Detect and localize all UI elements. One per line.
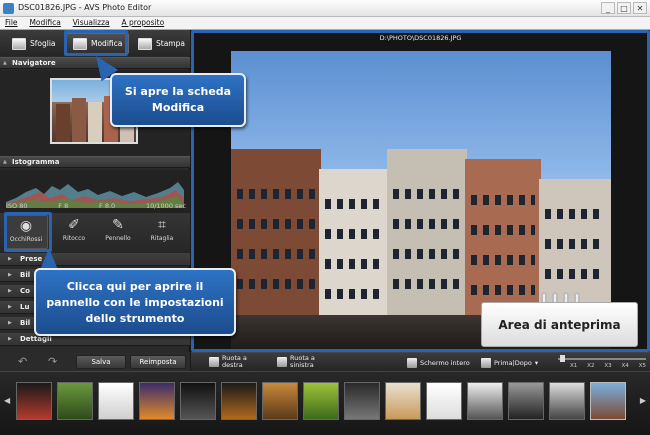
zoom-labels: X1 X2 X3 X4 X5 (570, 363, 646, 369)
filmstrip-thumb[interactable] (303, 382, 339, 420)
scroll-left-icon[interactable]: ◀ (4, 396, 10, 405)
rotate-right-label: Ruota a destra (222, 354, 247, 369)
zoom-x3[interactable]: X3 (604, 363, 611, 369)
filmstrip-thumb[interactable] (262, 382, 298, 420)
filmstrip-thumb[interactable] (57, 382, 93, 420)
tool-label: Ritaglia (150, 235, 174, 242)
filmstrip-thumb[interactable] (221, 382, 257, 420)
shutter-value: 10/1000 sec (145, 202, 186, 210)
save-button[interactable]: Salva (76, 355, 126, 369)
scroll-right-icon[interactable]: ▶ (640, 396, 646, 405)
filmstrip-thumb[interactable] (180, 382, 216, 420)
tool-ritocco[interactable]: ✐ Ritocco (52, 215, 96, 249)
section-preset[interactable]: Prese (0, 253, 190, 266)
menu-modifica[interactable]: Modifica (24, 17, 64, 27)
window-title: DSC01826.JPG - AVS Photo Editor (18, 3, 152, 12)
zoom-x2[interactable]: X2 (587, 363, 594, 369)
histogram-stats: ISO 80 F 8 F 8.0 10/1000 sec (6, 202, 186, 210)
retouch-icon: ✐ (68, 217, 80, 233)
preview-toolbar: Ruota a destra Ruota a sinistra Schermo … (191, 352, 650, 371)
aperture-value: F 8.0 (99, 202, 116, 210)
callout-modifica: Si apre la scheda Modifica (110, 73, 246, 127)
filmstrip-thumb[interactable] (426, 382, 462, 420)
tool-label: Pennello (105, 235, 131, 242)
filmstrip-thumb[interactable] (98, 382, 134, 420)
fullscreen-label: Schermo intero (420, 358, 470, 367)
before-after-label: Prima|Dopo (494, 358, 532, 367)
brush-icon: ✎ (112, 217, 124, 233)
tab-label: Sfoglia (30, 39, 56, 48)
chevron-down-icon[interactable]: ▾ (535, 359, 538, 367)
iso-value: ISO 80 (6, 202, 28, 210)
rotate-right-icon (209, 357, 219, 367)
filmstrip-thumb[interactable] (385, 382, 421, 420)
redo-icon[interactable]: ↷ (48, 355, 57, 368)
print-icon (138, 37, 152, 50)
tool-label: Ritocco (62, 235, 86, 242)
close-button[interactable]: ✕ (633, 2, 647, 14)
filmstrip: ◀ ▶ (0, 371, 650, 435)
zoom-track (558, 358, 646, 360)
app-icon (3, 3, 14, 14)
menu-visualizza[interactable]: Visualizza (68, 17, 114, 27)
tab-stampa[interactable]: Stampa (138, 33, 185, 54)
zoom-slider[interactable]: X1 X2 X3 X4 X5 (558, 355, 646, 370)
panel-bottom-bar: ↶ ↷ Salva Reimposta (0, 352, 190, 371)
filmstrip-thumb[interactable] (139, 382, 175, 420)
tool-pennello[interactable]: ✎ Pennello (96, 215, 140, 249)
fullscreen-button[interactable]: Schermo intero (407, 358, 470, 368)
fullscreen-icon (407, 358, 417, 368)
menu-file[interactable]: File (0, 17, 22, 27)
rotate-left-icon (277, 357, 287, 367)
rotate-left-button[interactable]: Ruota a sinistra (277, 355, 322, 369)
callout-tool: Clicca qui per aprire il pannello con le… (34, 268, 236, 336)
menu-a-proposito[interactable]: A proposito (117, 17, 169, 27)
filmstrip-thumb-selected[interactable] (590, 382, 626, 420)
tab-sfoglia[interactable]: Sfoglia (12, 33, 56, 54)
maximize-button[interactable]: □ (617, 2, 631, 14)
zoom-x5[interactable]: X5 (639, 363, 646, 369)
filmstrip-thumb[interactable] (549, 382, 585, 420)
filmstrip-thumb[interactable] (467, 382, 503, 420)
filmstrip-thumb[interactable] (508, 382, 544, 420)
tab-label: Stampa (156, 39, 185, 48)
rotate-right-button[interactable]: Ruota a destra (209, 355, 252, 369)
zoom-knob[interactable] (560, 355, 565, 362)
before-after-button[interactable]: Prima|Dopo ▾ (481, 358, 538, 368)
callout-preview: Area di anteprima (481, 302, 638, 347)
section-istogramma[interactable]: Istogramma (0, 156, 190, 168)
reset-button[interactable]: Reimposta (130, 355, 186, 369)
zoom-x4[interactable]: X4 (622, 363, 629, 369)
before-after-icon (481, 358, 491, 368)
rotate-left-label: Ruota a sinistra (290, 354, 315, 369)
callout-pointer (40, 248, 58, 270)
minimize-button[interactable]: _ (601, 2, 615, 14)
fnumber-value: F 8 (58, 202, 69, 210)
filmstrip-thumb[interactable] (16, 382, 52, 420)
undo-icon[interactable]: ↶ (18, 355, 27, 368)
highlight-tool (4, 212, 52, 252)
filmstrip-thumb[interactable] (344, 382, 380, 420)
zoom-x1[interactable]: X1 (570, 363, 577, 369)
crop-icon: ⌗ (158, 217, 166, 233)
browse-icon (12, 37, 26, 50)
menu-bar: File Modifica Visualizza A proposito (0, 17, 650, 30)
tool-ritaglia[interactable]: ⌗ Ritaglia (140, 215, 184, 249)
title-bar: DSC01826.JPG - AVS Photo Editor _ □ ✕ (0, 0, 650, 17)
highlight-modifica-tab (64, 30, 128, 56)
